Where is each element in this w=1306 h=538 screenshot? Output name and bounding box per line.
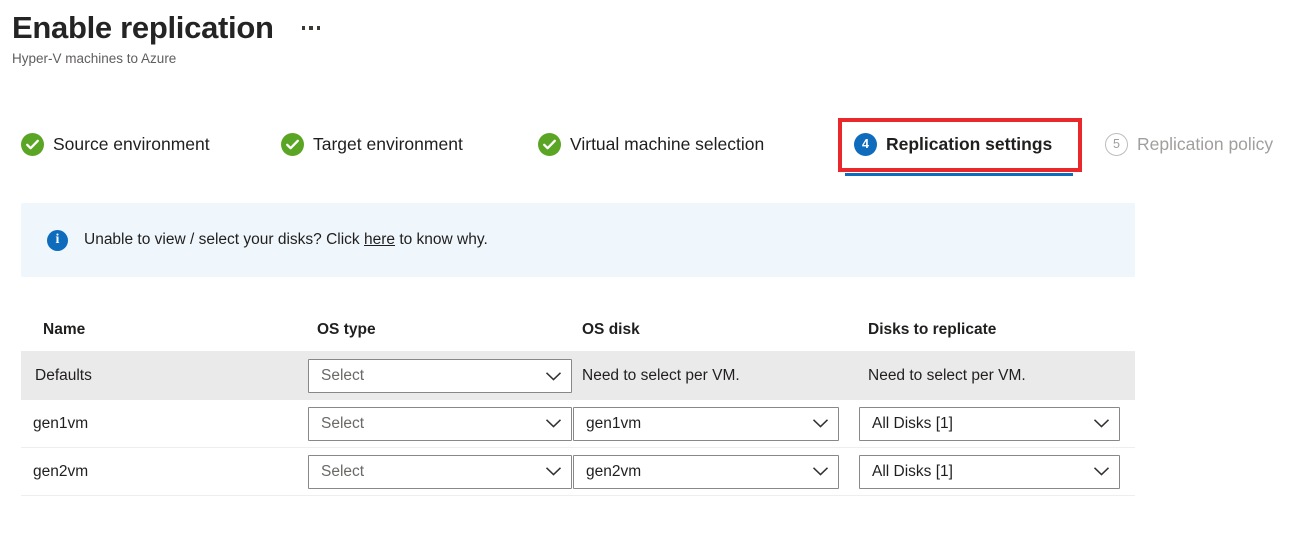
disks-to-replicate-dropdown[interactable]: All Disks [1]	[859, 406, 1120, 441]
table-row: gen2vm Select gen2vm All Disks [1]	[21, 448, 1135, 496]
info-text-before: Unable to view / select your disks? Clic…	[84, 231, 360, 248]
check-icon	[538, 132, 561, 156]
ellipsis-dot	[316, 26, 321, 30]
ellipsis-dot	[309, 26, 313, 30]
disks-to-replicate-cell: All Disks [1]	[859, 406, 1135, 441]
chevron-down-icon	[545, 466, 562, 477]
dropdown-value: gen2vm	[586, 462, 642, 480]
dropdown-value: Select	[321, 462, 365, 480]
dropdown-value: gen1vm	[586, 414, 642, 432]
column-header-disks-to-replicate: Disks to replicate	[868, 320, 997, 338]
info-banner-link[interactable]: here	[364, 231, 395, 248]
table-row: gen1vm Select gen1vm All Disks [1]	[21, 400, 1135, 448]
info-text-after: to know why.	[399, 231, 488, 248]
dropdown-value: All Disks [1]	[872, 414, 953, 432]
page-header: Enable replication Hyper-V machines to A…	[12, 8, 322, 68]
os-type-cell: Select	[308, 406, 573, 441]
info-banner: i Unable to view / select your disks? Cl…	[21, 203, 1135, 277]
page-title: Enable replication	[12, 10, 274, 45]
step-number-badge: 5	[1105, 132, 1128, 156]
replication-settings-table: Name OS type OS disk Disks to replicate …	[21, 308, 1135, 496]
chevron-down-icon	[812, 418, 829, 429]
check-icon	[281, 132, 304, 156]
tab-target-environment[interactable]: Target environment	[272, 118, 472, 170]
ellipsis-dot	[301, 26, 306, 30]
info-icon: i	[47, 229, 68, 251]
chevron-down-icon	[545, 371, 562, 382]
tab-label: Virtual machine selection	[570, 134, 765, 154]
wizard-steps: Source environment Target environment Vi…	[0, 118, 1306, 174]
check-icon	[21, 132, 44, 156]
dropdown-value: Select	[321, 414, 365, 432]
column-header-os-disk: OS disk	[582, 320, 640, 338]
tab-label: Target environment	[313, 134, 463, 154]
dropdown-value: All Disks [1]	[872, 462, 953, 480]
more-options-icon[interactable]	[300, 22, 323, 34]
tab-replication-settings[interactable]: 4 Replication settings	[845, 118, 1061, 170]
active-tab-underline	[845, 173, 1073, 176]
tab-replication-policy[interactable]: 5 Replication policy	[1096, 118, 1282, 170]
os-disk-cell: gen1vm	[573, 406, 859, 441]
chevron-down-icon	[1093, 466, 1110, 477]
tab-label: Replication settings	[886, 134, 1053, 154]
info-banner-text: Unable to view / select your disks? Clic…	[84, 230, 488, 250]
chevron-down-icon	[1093, 418, 1110, 429]
os-disk-cell: Need to select per VM.	[582, 367, 740, 384]
os-type-dropdown[interactable]: Select	[308, 359, 572, 393]
row-name: gen1vm	[33, 414, 89, 432]
disks-to-replicate-dropdown[interactable]: All Disks [1]	[859, 454, 1120, 489]
tab-source-environment[interactable]: Source environment	[12, 118, 219, 170]
table-header-row: Name OS type OS disk Disks to replicate	[21, 308, 1135, 352]
os-disk-dropdown[interactable]: gen1vm	[573, 406, 839, 441]
column-header-os-type: OS type	[317, 320, 376, 338]
step-number-badge: 4	[854, 132, 877, 156]
chevron-down-icon	[812, 466, 829, 477]
os-type-dropdown[interactable]: Select	[308, 454, 572, 489]
row-name: gen2vm	[33, 462, 89, 480]
os-disk-dropdown[interactable]: gen2vm	[573, 454, 839, 489]
table-row: Defaults Select Need to select per VM. N…	[21, 352, 1135, 400]
os-disk-cell: gen2vm	[573, 454, 859, 489]
title-row: Enable replication	[12, 8, 322, 48]
page-subtitle: Hyper-V machines to Azure	[12, 51, 177, 66]
os-type-cell: Select	[308, 359, 573, 393]
tab-virtual-machine-selection[interactable]: Virtual machine selection	[529, 118, 773, 170]
column-header-name: Name	[43, 320, 86, 338]
os-type-dropdown[interactable]: Select	[308, 406, 572, 441]
tab-label: Replication policy	[1137, 134, 1274, 154]
disks-to-replicate-cell: Need to select per VM.	[868, 367, 1026, 384]
tab-label: Source environment	[53, 134, 210, 154]
os-type-cell: Select	[308, 454, 573, 489]
dropdown-value: Select	[321, 367, 365, 384]
row-name: Defaults	[35, 367, 92, 384]
disks-to-replicate-cell: All Disks [1]	[859, 454, 1135, 489]
chevron-down-icon	[545, 418, 562, 429]
